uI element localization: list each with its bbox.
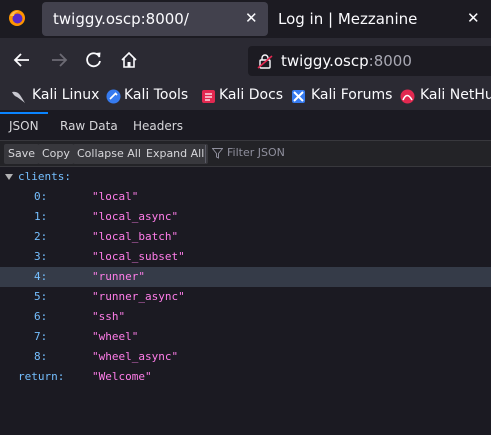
tree-row[interactable]: 0: "local" [0, 187, 491, 207]
active-tab-indicator [0, 112, 48, 114]
tree-row[interactable]: 6: "ssh" [0, 307, 491, 327]
tree-value: "wheel_async" [92, 350, 179, 363]
forward-arrow-icon[interactable] [49, 50, 69, 70]
tree-row[interactable]: 7: "wheel" [0, 327, 491, 347]
toolbar-divider [205, 145, 206, 163]
tree-key: 0: [34, 190, 48, 203]
firefox-icon[interactable] [8, 9, 26, 27]
tree-key: 7: [34, 330, 48, 343]
copy-button[interactable]: Copy [38, 144, 74, 164]
tab-twiggy[interactable]: twiggy.oscp:8000/ ✕ [42, 2, 268, 36]
bookmark-label: Kali Tools [124, 87, 189, 103]
close-icon[interactable]: ✕ [467, 9, 480, 27]
expand-toggle-icon[interactable] [5, 174, 13, 180]
tree-key: 6: [34, 310, 48, 323]
tree-key: 5: [34, 290, 48, 303]
bookmark-label: Kali Linux [32, 87, 100, 103]
url-host: twiggy.oscp [281, 52, 369, 70]
expand-all-button[interactable]: Expand All [142, 144, 209, 164]
back-arrow-icon[interactable] [12, 50, 32, 70]
tree-value: "local_async" [92, 210, 179, 223]
tree-row[interactable]: 1: "local_async" [0, 207, 491, 227]
filter-json-input[interactable]: Filter JSON [227, 146, 285, 159]
tree-value: "runner" [92, 270, 145, 283]
tree-key: 8: [34, 350, 48, 363]
tree-row-clients[interactable]: clients: [0, 167, 491, 187]
tab-strip: twiggy.oscp:8000/ ✕ Log in | Mezzanine ✕ [0, 0, 491, 38]
tree-key: return: [18, 370, 65, 383]
json-viewer-tabs: JSON Raw Data Headers [0, 112, 491, 141]
tree-key: 2: [34, 230, 48, 243]
tree-value: "Welcome" [92, 370, 152, 383]
tree-key: clients: [18, 170, 71, 183]
tree-value: "wheel" [92, 330, 139, 343]
save-button[interactable]: Save [4, 144, 40, 164]
tab-title: twiggy.oscp:8000/ [53, 10, 189, 28]
tree-value: "local_batch" [92, 230, 179, 243]
tab-raw-data[interactable]: Raw Data [60, 119, 118, 133]
tree-row[interactable]: 5: "runner_async" [0, 287, 491, 307]
tree-value: "local" [92, 190, 139, 203]
tree-row-return[interactable]: return: "Welcome" [0, 367, 491, 387]
reload-icon[interactable] [84, 50, 104, 70]
collapse-all-button[interactable]: Collapse All [73, 144, 145, 164]
close-icon[interactable]: ✕ [245, 9, 258, 27]
url-text: twiggy.oscp:8000 [281, 52, 412, 70]
tab-json[interactable]: JSON [9, 119, 39, 133]
url-port: :8000 [368, 52, 412, 70]
kali-tools-icon [106, 89, 121, 104]
json-toolbar: Save Copy Collapse All Expand All Filter… [0, 141, 491, 167]
tree-value: "runner_async" [92, 290, 185, 303]
kali-forums-icon [292, 90, 305, 103]
tab-title: Log in | Mezzanine [278, 10, 418, 28]
kali-docs-icon [202, 90, 215, 103]
kali-nethunter-icon [400, 89, 415, 104]
tree-key: 4: [34, 270, 48, 283]
kali-dragon-icon [12, 91, 25, 103]
lock-insecure-icon[interactable] [257, 53, 273, 69]
bookmarks-toolbar: Kali Linux Kali Tools Kali Docs Kali For… [0, 82, 491, 110]
url-bar[interactable]: twiggy.oscp:8000 [248, 46, 491, 76]
bookmark-label: Kali NetHu [420, 87, 491, 103]
tree-value: "ssh" [92, 310, 126, 323]
tree-key: 3: [34, 250, 48, 263]
tree-row[interactable]: 8: "wheel_async" [0, 347, 491, 367]
bookmark-label: Kali Docs [219, 87, 284, 103]
tab-headers[interactable]: Headers [133, 119, 183, 133]
filter-icon [212, 148, 223, 159]
tree-row[interactable]: 3: "local_subset" [0, 247, 491, 267]
home-icon[interactable] [119, 50, 139, 70]
tree-value: "local_subset" [92, 250, 185, 263]
tree-key: 1: [34, 210, 48, 223]
tree-row[interactable]: 2: "local_batch" [0, 227, 491, 247]
tree-row-selected[interactable]: 4: "runner" [0, 267, 491, 287]
bookmark-label: Kali Forums [311, 87, 393, 103]
